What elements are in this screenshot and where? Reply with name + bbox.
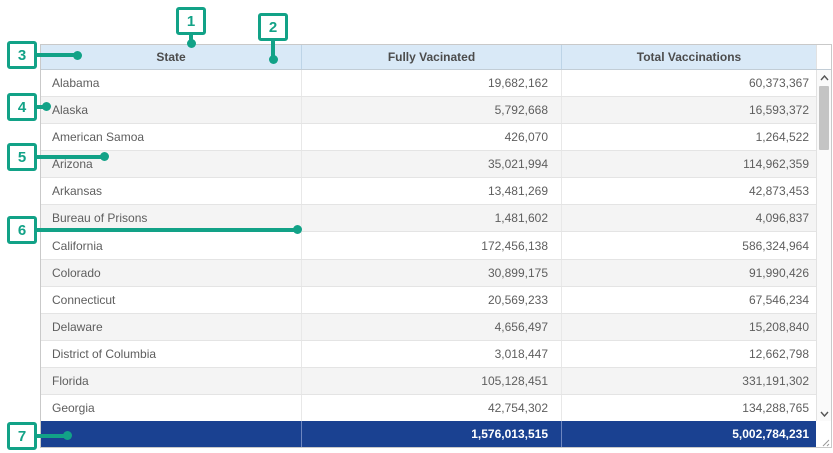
total-vaccinations-cell: 60,373,367 xyxy=(561,70,816,96)
total-vaccinations-cell: 331,191,302 xyxy=(561,368,816,394)
total-vaccinations-cell: 42,873,453 xyxy=(561,178,816,204)
table-row[interactable]: Florida 105,128,451 331,191,302 xyxy=(41,368,816,395)
callout-5-connector xyxy=(36,155,101,159)
chevron-down-icon xyxy=(820,411,829,417)
resize-grip-icon[interactable] xyxy=(822,439,830,447)
callout-2: 2 xyxy=(258,13,288,41)
table-row[interactable]: District of Columbia 3,018,447 12,662,79… xyxy=(41,341,816,368)
table-row[interactable]: Alabama 19,682,162 60,373,367 xyxy=(41,70,816,97)
fully-vacinated-cell: 4,656,497 xyxy=(301,314,561,340)
total-vaccinations-cell: 91,990,426 xyxy=(561,260,816,286)
table-row[interactable]: Alaska 5,792,668 16,593,372 xyxy=(41,97,816,124)
header-scrollbar-gutter xyxy=(816,45,831,69)
callout-7-dot xyxy=(63,431,72,440)
chevron-up-icon xyxy=(820,75,829,81)
fully-vacinated-cell: 19,682,162 xyxy=(301,70,561,96)
summary-scrollbar-gutter xyxy=(816,421,831,447)
fully-vacinated-cell: 1,481,602 xyxy=(301,205,561,231)
scrollbar-track[interactable] xyxy=(817,85,831,406)
fully-vacinated-cell: 3,018,447 xyxy=(301,341,561,367)
table-row[interactable]: Arizona 35,021,994 114,962,359 xyxy=(41,151,816,178)
dashboard-canvas: State Fully Vacinated Total Vaccinations… xyxy=(0,0,833,453)
table-row[interactable]: Arkansas 13,481,269 42,873,453 xyxy=(41,178,816,205)
table-header-row: State Fully Vacinated Total Vaccinations xyxy=(41,45,831,70)
total-vaccinations-cell: 12,662,798 xyxy=(561,341,816,367)
state-cell: District of Columbia xyxy=(41,341,301,367)
fully-vacinated-cell: 172,456,138 xyxy=(301,232,561,258)
fully-vacinated-cell: 426,070 xyxy=(301,124,561,150)
summary-fully-vacinated-total: 1,576,013,515 xyxy=(301,421,561,447)
fully-vacinated-cell: 13,481,269 xyxy=(301,178,561,204)
scroll-down-button[interactable] xyxy=(817,406,831,421)
table-row[interactable]: Connecticut 20,569,233 67,546,234 xyxy=(41,287,816,314)
callout-3-dot xyxy=(73,51,82,60)
total-vaccinations-cell: 114,962,359 xyxy=(561,151,816,177)
callout-6-dot xyxy=(293,225,302,234)
callout-7-connector xyxy=(36,434,65,438)
callout-6: 6 xyxy=(7,216,37,244)
callout-2-dot xyxy=(269,55,278,64)
table-row[interactable]: American Samoa 426,070 1,264,522 xyxy=(41,124,816,151)
callout-6-connector xyxy=(36,228,294,232)
vertical-scrollbar[interactable] xyxy=(816,70,831,421)
callout-1-dot xyxy=(187,39,196,48)
fully-vacinated-cell: 42,754,302 xyxy=(301,395,561,421)
column-header-total-vaccinations: Total Vaccinations xyxy=(561,45,816,69)
callout-4: 4 xyxy=(7,93,37,121)
total-vaccinations-cell: 134,288,765 xyxy=(561,395,816,421)
column-header-fully-vacinated: Fully Vacinated xyxy=(301,45,561,69)
state-cell: Connecticut xyxy=(41,287,301,313)
callout-3-connector xyxy=(36,53,76,57)
table-row[interactable]: California 172,456,138 586,324,964 xyxy=(41,232,816,259)
callout-3: 3 xyxy=(7,41,37,69)
callout-7: 7 xyxy=(7,422,37,450)
state-cell: Arkansas xyxy=(41,178,301,204)
callout-5: 5 xyxy=(7,143,37,171)
table-rows: Alabama 19,682,162 60,373,367 Alaska 5,7… xyxy=(41,70,816,421)
summary-state-cell xyxy=(41,421,301,447)
state-cell: Alaska xyxy=(41,97,301,123)
scrollbar-thumb[interactable] xyxy=(819,86,829,150)
total-vaccinations-cell: 586,324,964 xyxy=(561,232,816,258)
total-vaccinations-cell: 4,096,837 xyxy=(561,205,816,231)
total-vaccinations-cell: 15,208,840 xyxy=(561,314,816,340)
table-body: Alabama 19,682,162 60,373,367 Alaska 5,7… xyxy=(41,70,831,421)
state-cell: Alabama xyxy=(41,70,301,96)
table-row[interactable]: Georgia 42,754,302 134,288,765 xyxy=(41,395,816,421)
table-row[interactable]: Delaware 4,656,497 15,208,840 xyxy=(41,314,816,341)
fully-vacinated-cell: 30,899,175 xyxy=(301,260,561,286)
fully-vacinated-cell: 5,792,668 xyxy=(301,97,561,123)
callout-4-dot xyxy=(42,102,51,111)
summary-total-vaccinations-total: 5,002,784,231 xyxy=(561,421,816,447)
total-vaccinations-cell: 1,264,522 xyxy=(561,124,816,150)
total-vaccinations-cell: 16,593,372 xyxy=(561,97,816,123)
state-cell: American Samoa xyxy=(41,124,301,150)
state-cell: Colorado xyxy=(41,260,301,286)
summary-row: 1,576,013,515 5,002,784,231 xyxy=(41,421,831,447)
fully-vacinated-cell: 105,128,451 xyxy=(301,368,561,394)
fully-vacinated-cell: 35,021,994 xyxy=(301,151,561,177)
fully-vacinated-cell: 20,569,233 xyxy=(301,287,561,313)
state-cell: Delaware xyxy=(41,314,301,340)
scroll-up-button[interactable] xyxy=(817,70,831,85)
callout-1: 1 xyxy=(176,7,206,35)
state-cell: Georgia xyxy=(41,395,301,421)
state-cell: California xyxy=(41,232,301,258)
callout-5-dot xyxy=(100,152,109,161)
table-row[interactable]: Colorado 30,899,175 91,990,426 xyxy=(41,260,816,287)
total-vaccinations-cell: 67,546,234 xyxy=(561,287,816,313)
state-cell: Florida xyxy=(41,368,301,394)
table-widget: State Fully Vacinated Total Vaccinations… xyxy=(40,44,832,448)
